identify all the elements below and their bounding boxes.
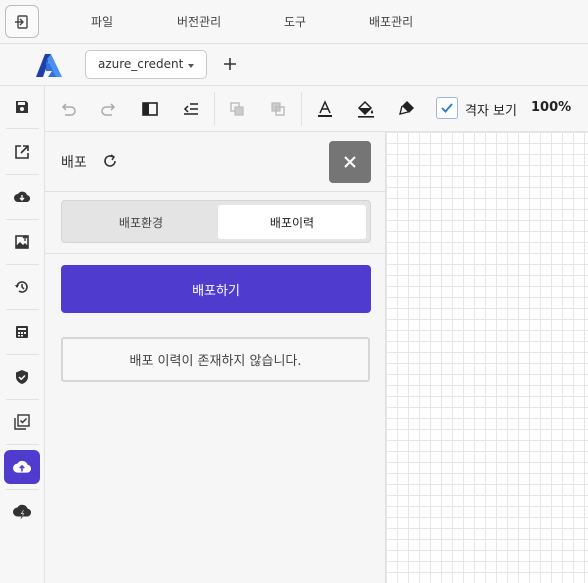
- close-icon: [344, 156, 356, 168]
- tab-deploy-history[interactable]: 배포이력: [218, 205, 366, 239]
- refresh-button[interactable]: [101, 152, 119, 170]
- calculator-button[interactable]: [4, 315, 40, 349]
- empty-history-message: 배포 이력이 존재하지 않습니다.: [61, 337, 370, 382]
- checklist-icon: [14, 414, 30, 430]
- download-icon: [14, 191, 30, 203]
- undo-icon: [61, 103, 76, 116]
- logout-icon: [15, 14, 28, 29]
- menu-file[interactable]: 파일: [91, 13, 113, 30]
- grid-label: 격자 보기: [465, 104, 517, 119]
- file-bar: azure_credent: [0, 44, 588, 86]
- bring-front-button[interactable]: [226, 98, 248, 120]
- history-button[interactable]: [4, 270, 40, 304]
- calculator-icon: [16, 326, 28, 338]
- edit-toolbar: 격자 보기 100%: [45, 86, 588, 132]
- image-upload-icon: [15, 235, 29, 249]
- azure-logo-icon: [36, 54, 62, 77]
- cloud-bolt-icon: [13, 504, 31, 519]
- grid-checkbox[interactable]: [436, 97, 458, 119]
- send-back-icon: [271, 102, 285, 116]
- deploy-button-nav[interactable]: [4, 450, 40, 484]
- toggle-panel-button[interactable]: [139, 98, 161, 120]
- history-icon: [15, 281, 28, 293]
- left-toolbar: [0, 86, 45, 583]
- shield-check-icon: [16, 370, 28, 384]
- export-icon: [15, 145, 29, 159]
- deploy-tabs: 배포환경 배포이력: [61, 200, 371, 243]
- cloud-bolt-button[interactable]: [4, 495, 40, 529]
- close-button[interactable]: [329, 141, 371, 183]
- check-icon: [441, 103, 453, 113]
- export-button[interactable]: [4, 135, 40, 169]
- tab-deploy-environment[interactable]: 배포환경: [66, 205, 216, 239]
- deploy-panel: 배포 배포환경 배포이력 배포하기 배포 이력이 존재하지 않습니다.: [45, 132, 386, 583]
- menu-deploy-management[interactable]: 배포관리: [369, 13, 413, 30]
- cloud-upload-icon: [13, 460, 31, 473]
- save-button[interactable]: [4, 90, 40, 124]
- fill-color-button[interactable]: [355, 98, 377, 120]
- send-back-button[interactable]: [267, 98, 289, 120]
- refresh-icon: [104, 154, 116, 167]
- outdent-icon: [183, 103, 198, 115]
- panel-layout-icon: [142, 102, 158, 116]
- redo-button[interactable]: [98, 98, 120, 120]
- menu-tools[interactable]: 도구: [284, 13, 306, 30]
- add-file-button[interactable]: [220, 54, 240, 74]
- image-upload-button[interactable]: [4, 225, 40, 259]
- fill-bucket-icon: [357, 100, 374, 118]
- outdent-button[interactable]: [180, 98, 202, 120]
- file-select[interactable]: azure_credent: [85, 50, 207, 79]
- file-name: azure_credent: [98, 57, 184, 71]
- menu-version[interactable]: 버전관리: [177, 13, 221, 30]
- download-button[interactable]: [4, 180, 40, 214]
- chevron-down-icon: [188, 64, 194, 68]
- panel-title: 배포: [61, 155, 87, 171]
- bring-front-icon: [230, 102, 244, 116]
- deploy-button[interactable]: 배포하기: [61, 265, 371, 313]
- save-icon: [16, 101, 28, 113]
- menu-bar: 파일 버전관리 도구 배포관리: [0, 0, 588, 44]
- undo-button[interactable]: [57, 98, 79, 120]
- security-button[interactable]: [4, 360, 40, 394]
- format-paint-button[interactable]: [396, 98, 418, 120]
- exit-button[interactable]: [5, 5, 39, 38]
- checklist-button[interactable]: [4, 405, 40, 439]
- redo-icon: [101, 103, 116, 116]
- text-color-button[interactable]: [314, 98, 336, 120]
- zoom-level[interactable]: 100%: [531, 100, 571, 115]
- diagram-canvas[interactable]: [386, 132, 588, 583]
- format-paint-icon: [399, 101, 414, 115]
- text-color-icon: [318, 100, 332, 117]
